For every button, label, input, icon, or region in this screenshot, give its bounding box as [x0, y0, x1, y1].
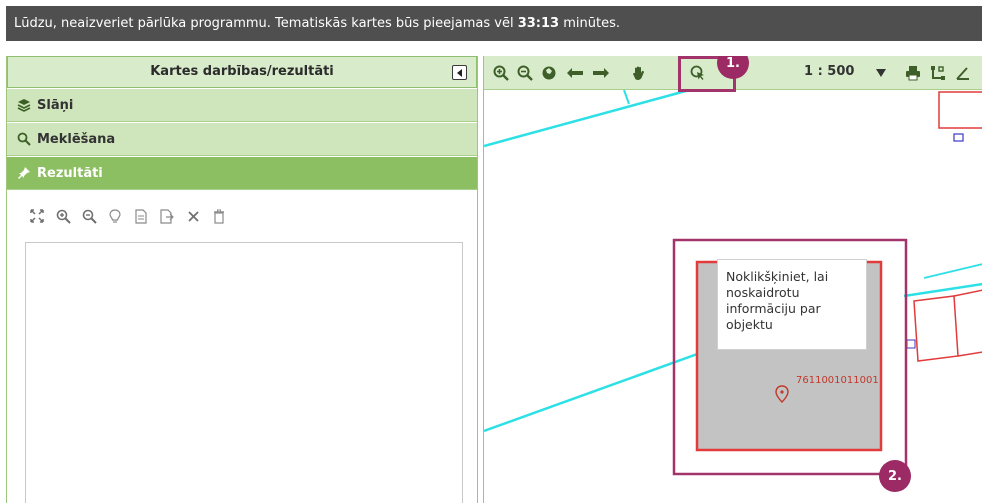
- zoom-out-icon[interactable]: [81, 208, 97, 224]
- session-notice-bar: Lūdzu, neaizveriet pārlūka programmu. Te…: [6, 6, 982, 41]
- measure-area-icon[interactable]: [929, 64, 947, 82]
- building-marker-top: [953, 133, 964, 142]
- accordion-search-label: Meklēšana: [37, 131, 116, 147]
- search-icon: [17, 132, 31, 146]
- pin-icon: [18, 167, 30, 179]
- notice-time: 33:13: [517, 16, 560, 31]
- print-icon[interactable]: [904, 64, 922, 82]
- panel-title: Kartes darbības/rezultāti: [150, 64, 334, 79]
- previous-extent-icon[interactable]: [566, 64, 584, 82]
- accordion-results-label: Rezultāti: [37, 165, 103, 181]
- full-extent-icon[interactable]: [540, 64, 558, 82]
- accordion-layers[interactable]: Slāņi: [7, 89, 477, 122]
- accordion-layers-label: Slāņi: [37, 97, 74, 113]
- results-toolbar: [29, 208, 227, 224]
- document-export-icon[interactable]: [159, 208, 175, 224]
- pan-hand-icon[interactable]: [630, 64, 648, 82]
- zoom-in-icon[interactable]: [55, 208, 71, 224]
- results-list[interactable]: [25, 242, 463, 503]
- map-area[interactable]: 7611001011001 Noklikšķiniet, lai noskaid…: [483, 56, 982, 503]
- building-outline-top: [938, 91, 982, 129]
- trash-icon[interactable]: [211, 208, 227, 224]
- map-line-upper-branch: [623, 89, 630, 105]
- layers-icon: [17, 99, 31, 112]
- map-scale-label: 1 : 500: [804, 64, 855, 79]
- building-outline-right: [913, 295, 959, 362]
- panel-header: Kartes darbības/rezultāti: [7, 56, 477, 88]
- scale-dropdown-icon[interactable]: [872, 64, 890, 82]
- accordion-search[interactable]: Meklēšana: [7, 123, 477, 156]
- document-icon[interactable]: [133, 208, 149, 224]
- app-root: Lūdzu, neaizveriet pārlūka programmu. Te…: [0, 0, 982, 503]
- bulb-icon[interactable]: [107, 208, 123, 224]
- measure-angle-icon[interactable]: [954, 64, 972, 82]
- zoom-out-icon[interactable]: [516, 64, 534, 82]
- identify-tooltip: Noklikšķiniet, lai noskaidrotu informāci…: [717, 259, 867, 350]
- parcel-id-label: 7611001011001: [796, 375, 879, 386]
- accordion-results[interactable]: Rezultāti: [7, 157, 477, 190]
- notice-text-after: minūtes.: [559, 16, 620, 31]
- building-marker-right: [906, 339, 916, 349]
- close-icon[interactable]: [185, 208, 201, 224]
- building-outline-right-2: [953, 289, 982, 357]
- map-line-right: [903, 282, 982, 298]
- results-body: [7, 190, 477, 503]
- expand-icon[interactable]: [29, 208, 45, 224]
- left-panel: Kartes darbības/rezultāti Slāņi Meklēšan…: [6, 56, 478, 503]
- zoom-in-icon[interactable]: [492, 64, 510, 82]
- collapse-panel-icon[interactable]: [452, 65, 467, 80]
- map-line-lower: [484, 346, 715, 433]
- map-line-right-2: [923, 263, 982, 279]
- notice-text-before: Lūdzu, neaizveriet pārlūka programmu. Te…: [14, 16, 518, 31]
- map-line-upper: [484, 84, 705, 148]
- next-extent-icon[interactable]: [592, 64, 610, 82]
- step-badge-2: 2.: [879, 460, 911, 492]
